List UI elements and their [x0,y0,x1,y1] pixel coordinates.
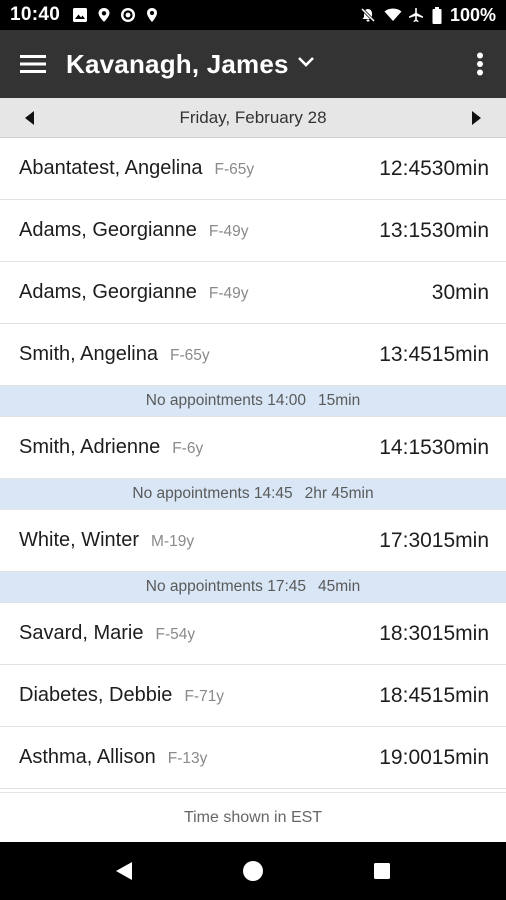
appointment-row[interactable]: Abantatest, Angelina F-65y 12:4530min [0,138,506,200]
app-bar: Kavanagh, James [0,30,506,98]
more-vert-icon[interactable] [454,30,506,98]
patient-sex-age: M-19y [151,533,195,550]
appointment-time: 13:4515min [379,342,489,366]
map-marker-icon [144,7,160,23]
recents-icon[interactable] [352,842,412,900]
location-pin-icon [96,7,112,23]
patient-sex-age: F-49y [208,223,249,240]
patient-name: Adams, Georgianne [19,281,197,303]
battery-icon [432,7,442,24]
free-slot-duration: 45min [318,578,361,595]
appointment-list[interactable]: Abantatest, Angelina F-65y 12:4530min Ada… [0,138,506,792]
gallery-icon [72,7,88,23]
free-slot-row[interactable]: No appointments 14:45 2hr 45min [0,479,506,510]
arrow-right-icon[interactable] [446,98,506,138]
patient-name: Adams, Georgianne [19,219,197,241]
free-slot-label: No appointments 17:45 [145,578,307,595]
back-icon[interactable] [94,842,154,900]
provider-selector[interactable]: Kavanagh, James [66,49,454,80]
appointment-time: 14:1530min [379,435,489,459]
appointment-time: 13:1530min [379,218,489,242]
patient-name: Savard, Marie [19,622,144,644]
status-left: 10:40 [10,4,160,26]
appointment-row[interactable]: Smith, Adrienne F-6y 14:1530min [0,417,506,479]
appointment-time: 12:4530min [379,156,489,180]
free-slot-label: No appointments 14:00 [145,392,307,409]
wifi-icon [384,7,402,23]
patient-sex-age: F-6y [172,440,204,457]
page-title: Kavanagh, James [66,48,289,79]
appointment-row[interactable]: Adams, Georgianne F-49y 30min [0,262,506,324]
timezone-note: Time shown in EST [0,792,506,842]
appointment-row[interactable]: Savard, Marie F-54y 18:3015min [0,603,506,665]
status-time: 10:40 [10,4,61,25]
battery-percentage: 100% [449,4,496,25]
appointment-row[interactable]: Smith, Angelina F-65y 13:4515min [0,324,506,386]
appointment-time: 30min [431,280,489,304]
patient-name: Asthma, Allison [19,746,156,768]
patient-sex-age: F-49y [208,285,249,302]
current-date: Friday, February 28 [179,107,327,127]
appointment-time: 18:4515min [379,683,489,707]
appointment-row[interactable]: Diabetes, Debbie F-71y 18:4515min [0,665,506,727]
patient-sex-age: F-13y [167,750,208,767]
appointment-time: 17:3015min [379,528,489,552]
date-navigator: Friday, February 28 [0,98,506,138]
free-slot-duration: 2hr 45min [304,485,374,502]
chevron-down-icon [297,55,315,73]
status-bar: 10:40 100% [0,0,506,30]
patient-sex-age: F-65y [169,347,210,364]
patient-name: White, Winter [19,529,140,551]
target-icon [120,7,136,23]
patient-name: Smith, Angelina [19,343,158,365]
appointment-time: 19:0015min [379,745,489,769]
mute-icon [360,7,376,23]
patient-sex-age: F-65y [214,161,255,178]
patient-name: Diabetes, Debbie [19,684,173,706]
patient-name: Abantatest, Angelina [19,157,203,179]
hamburger-menu-icon[interactable] [0,30,66,98]
home-icon[interactable] [223,842,283,900]
free-slot-row[interactable]: No appointments 14:00 15min [0,386,506,417]
free-slot-row[interactable]: No appointments 17:45 45min [0,572,506,603]
free-slot-duration: 15min [318,392,361,409]
arrow-left-icon[interactable] [0,98,60,138]
appointment-row[interactable]: Asthma, Allison F-13y 19:0015min [0,727,506,789]
appointment-row[interactable]: White, Winter M-19y 17:3015min [0,510,506,572]
patient-sex-age: F-71y [184,688,225,705]
status-right: 100% [360,5,496,26]
patient-name: Smith, Adrienne [19,436,161,458]
free-slot-label: No appointments 14:45 [132,485,293,502]
appointment-row[interactable]: Adams, Georgianne F-49y 13:1530min [0,200,506,262]
appointment-time: 18:3015min [379,621,489,645]
airplane-icon [408,7,424,23]
system-nav-bar [0,842,506,900]
patient-sex-age: F-54y [155,626,196,643]
